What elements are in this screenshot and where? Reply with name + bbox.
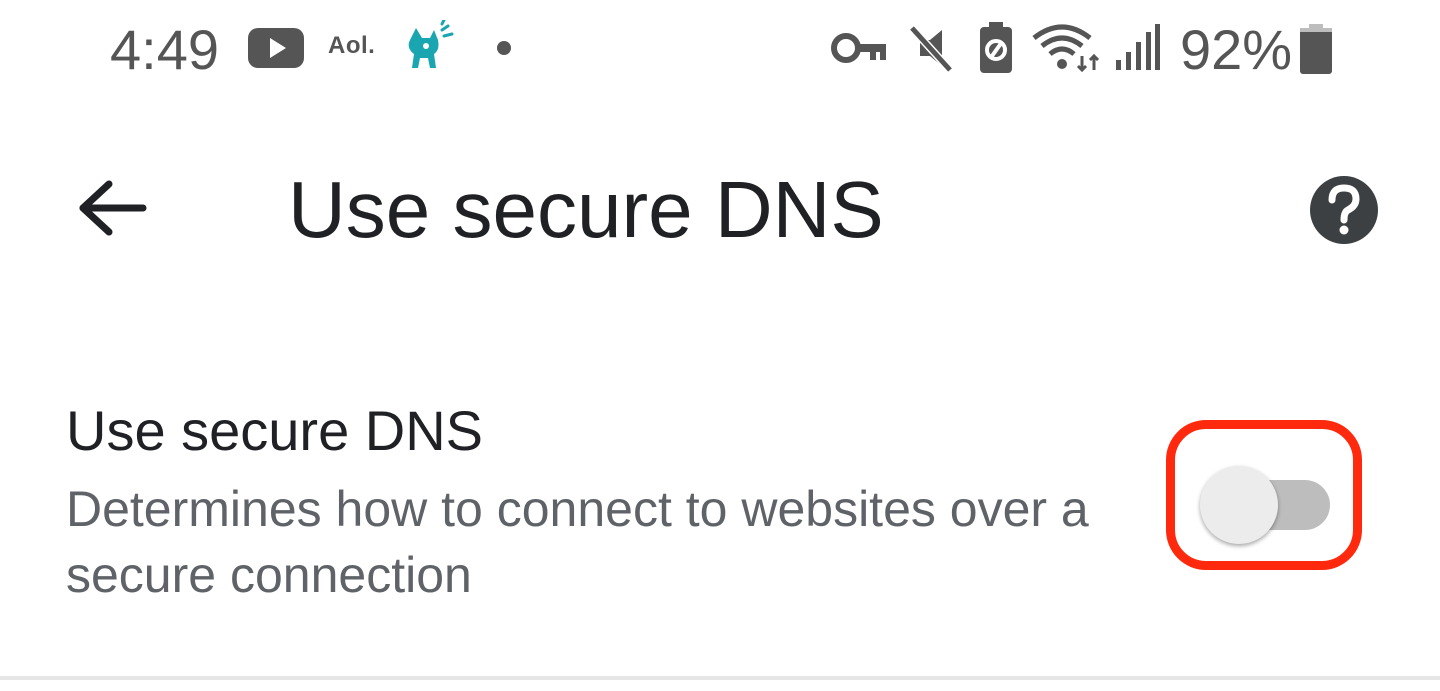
aol-icon: Aol. [328, 32, 376, 59]
secure-dns-setting-row[interactable]: Use secure DNS Determines how to connect… [0, 380, 1440, 630]
wifi-icon [1032, 24, 1100, 73]
vpn-key-icon [831, 33, 886, 63]
battery-icon [1300, 24, 1332, 74]
divider [0, 676, 1440, 680]
toggle-thumb [1200, 466, 1278, 544]
setting-title: Use secure DNS [66, 399, 484, 462]
back-button[interactable] [64, 168, 160, 248]
battery-saver-icon [980, 22, 1012, 73]
page-title: Use secure DNS [288, 165, 884, 254]
app-bar: Use secure DNS [0, 130, 1440, 290]
status-bar: 4:49 Aol. 92% [0, 0, 1440, 100]
setting-description: Determines how to connect to websites ov… [66, 481, 1089, 603]
notification-dot-icon [497, 41, 511, 55]
battery-percent: 92% [1180, 18, 1293, 81]
arrow-back-icon [79, 180, 147, 236]
dog-app-icon [408, 20, 454, 68]
signal-icon [1116, 24, 1160, 70]
secure-dns-toggle[interactable] [1200, 464, 1334, 544]
status-time: 4:49 [110, 18, 219, 81]
youtube-icon [248, 28, 304, 68]
mute-icon [909, 25, 953, 73]
help-icon[interactable] [1308, 174, 1380, 246]
